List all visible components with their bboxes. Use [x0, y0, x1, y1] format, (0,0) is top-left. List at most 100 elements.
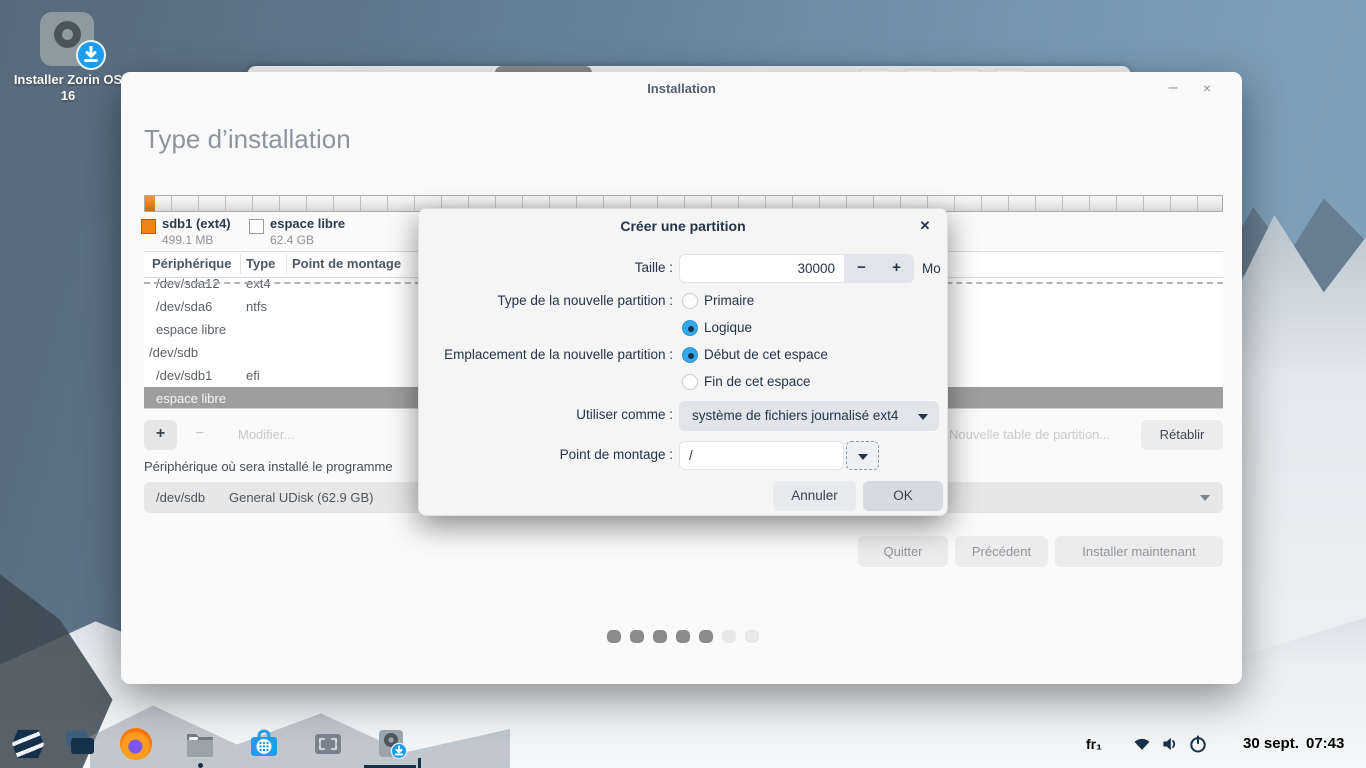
- running-indicator-dot: [198, 763, 203, 768]
- wifi-icon[interactable]: [1131, 734, 1153, 754]
- boot-device-description: General UDisk (62.9 GB): [229, 490, 374, 505]
- progress-dot-filled: [607, 630, 621, 643]
- files-icon[interactable]: [184, 728, 216, 760]
- cell-type: ntfs: [246, 299, 267, 314]
- dropdown-arrow-icon: [918, 414, 928, 420]
- use-as-label: Utiliser comme :: [419, 407, 673, 422]
- size-spinner: − +: [844, 254, 914, 283]
- radio-logical-label[interactable]: Logique: [704, 320, 752, 335]
- legend-swatch-free-space: [249, 219, 264, 234]
- minimize-button[interactable]: –: [1162, 78, 1184, 100]
- progress-dot-filled: [630, 630, 644, 643]
- cell-device: espace libre: [156, 391, 226, 406]
- header-device[interactable]: Périphérique: [152, 256, 231, 271]
- header-type[interactable]: Type: [246, 256, 275, 271]
- cell-type: efi: [246, 368, 260, 383]
- legend-swatch-sdb1: [141, 219, 156, 234]
- header-mount-point[interactable]: Point de montage: [292, 256, 401, 271]
- radio-beginning[interactable]: [682, 347, 698, 363]
- back-button[interactable]: Précédent: [955, 536, 1048, 567]
- active-app-indicator-tick: [418, 758, 421, 768]
- revert-button[interactable]: Rétablir: [1141, 420, 1223, 450]
- dropdown-arrow-icon: [858, 454, 868, 460]
- window-switcher-icon[interactable]: [64, 728, 96, 760]
- desktop-icon-installer[interactable]: Installer Zorin OS 16: [8, 12, 128, 104]
- desktop-icon-label: Installer Zorin OS 16: [8, 72, 128, 104]
- mount-point-label: Point de montage :: [419, 447, 673, 462]
- label-line1: Installer Zorin OS: [8, 72, 128, 88]
- boot-device-label: Périphérique où sera installé le program…: [144, 459, 418, 476]
- radio-end[interactable]: [682, 374, 698, 390]
- dialog-close-icon[interactable]: ✕: [915, 216, 935, 236]
- download-badge-icon: [76, 40, 106, 70]
- create-partition-dialog: Créer une partition ✕ Taille : 30000 − +…: [418, 208, 948, 516]
- size-label: Taille :: [419, 260, 673, 275]
- progress-dot-filled: [699, 630, 713, 643]
- power-icon[interactable]: [1188, 734, 1208, 754]
- mount-point-value: /: [689, 442, 693, 469]
- cell-device: /dev/sda12: [156, 278, 220, 291]
- location-label: Emplacement de la nouvelle partition :: [419, 347, 673, 362]
- titlebar[interactable]: Installation – ×: [121, 72, 1242, 106]
- radio-logical[interactable]: [682, 320, 698, 336]
- screenshot-tool-icon[interactable]: [312, 728, 344, 760]
- cell-type: ext4: [246, 278, 271, 291]
- mount-point-input[interactable]: /: [679, 441, 844, 470]
- mount-point-dropdown-button[interactable]: [846, 441, 879, 470]
- software-store-icon[interactable]: [248, 728, 280, 760]
- progress-dot-filled: [653, 630, 667, 643]
- spinner-plus-button[interactable]: +: [879, 254, 914, 283]
- page-title: Type d’installation: [144, 124, 351, 155]
- radio-end-label[interactable]: Fin de cet espace: [704, 374, 811, 389]
- radio-primary-label[interactable]: Primaire: [704, 293, 754, 308]
- legend-size: 499.1 MB: [162, 233, 213, 247]
- dialog-title: Créer une partition: [419, 218, 947, 234]
- cell-device: /dev/sda6: [156, 299, 212, 314]
- size-input[interactable]: 30000: [679, 254, 844, 283]
- use-as-value: système de fichiers journalisé ext4: [692, 401, 898, 431]
- label-line2: 16: [8, 88, 128, 104]
- boot-device-value: /dev/sdb: [156, 490, 205, 505]
- firefox-icon[interactable]: [120, 728, 152, 760]
- remove-partition-button[interactable]: −: [183, 420, 216, 450]
- installer-drive-icon: [40, 12, 96, 66]
- volume-icon[interactable]: [1159, 734, 1181, 754]
- size-value: 30000: [797, 255, 835, 282]
- progress-dots: [607, 630, 759, 643]
- dropdown-arrow-icon: [1200, 495, 1210, 501]
- taskbar-date[interactable]: 30 sept.: [1243, 720, 1299, 768]
- keyboard-layout-indicator[interactable]: fr₁: [1086, 720, 1102, 768]
- header-separator: [240, 254, 241, 274]
- cell-device: /dev/sdb: [149, 345, 198, 360]
- installer-icon[interactable]: [376, 728, 408, 760]
- cancel-button[interactable]: Annuler: [773, 481, 856, 511]
- install-now-button[interactable]: Installer maintenant: [1055, 536, 1223, 567]
- taskbar-time[interactable]: 07:43: [1306, 720, 1344, 768]
- legend-name: sdb1 (ext4): [162, 216, 231, 231]
- cell-device: espace libre: [156, 322, 226, 337]
- add-partition-button[interactable]: +: [144, 420, 177, 450]
- zorin-menu-icon[interactable]: [12, 728, 44, 760]
- spinner-minus-button[interactable]: −: [844, 254, 879, 283]
- size-unit-label: Mo: [922, 254, 941, 283]
- radio-primary[interactable]: [682, 293, 698, 309]
- progress-dot-filled: [676, 630, 690, 643]
- partition-type-label: Type de la nouvelle partition :: [419, 293, 673, 308]
- ok-button[interactable]: OK: [863, 481, 943, 511]
- legend-name: espace libre: [270, 216, 345, 231]
- drive-spindle: [54, 21, 81, 48]
- use-as-select[interactable]: système de fichiers journalisé ext4: [679, 401, 939, 431]
- window-title: Installation: [121, 81, 1242, 96]
- quit-button[interactable]: Quitter: [858, 536, 948, 567]
- taskbar: fr₁ 30 sept. 07:43: [0, 720, 1366, 768]
- radio-beginning-label[interactable]: Début de cet espace: [704, 347, 828, 362]
- cell-device: /dev/sdb1: [156, 368, 212, 383]
- partition-segment-sdb1: [145, 196, 155, 211]
- close-button[interactable]: ×: [1196, 78, 1218, 100]
- edit-partition-button[interactable]: Modifier...: [222, 420, 310, 450]
- new-partition-table-button[interactable]: Nouvelle table de partition...: [949, 420, 1110, 450]
- legend-size: 62.4 GB: [270, 233, 314, 247]
- header-separator: [286, 254, 287, 274]
- progress-dot-empty: [722, 630, 736, 643]
- switcher-front-window: [71, 738, 94, 754]
